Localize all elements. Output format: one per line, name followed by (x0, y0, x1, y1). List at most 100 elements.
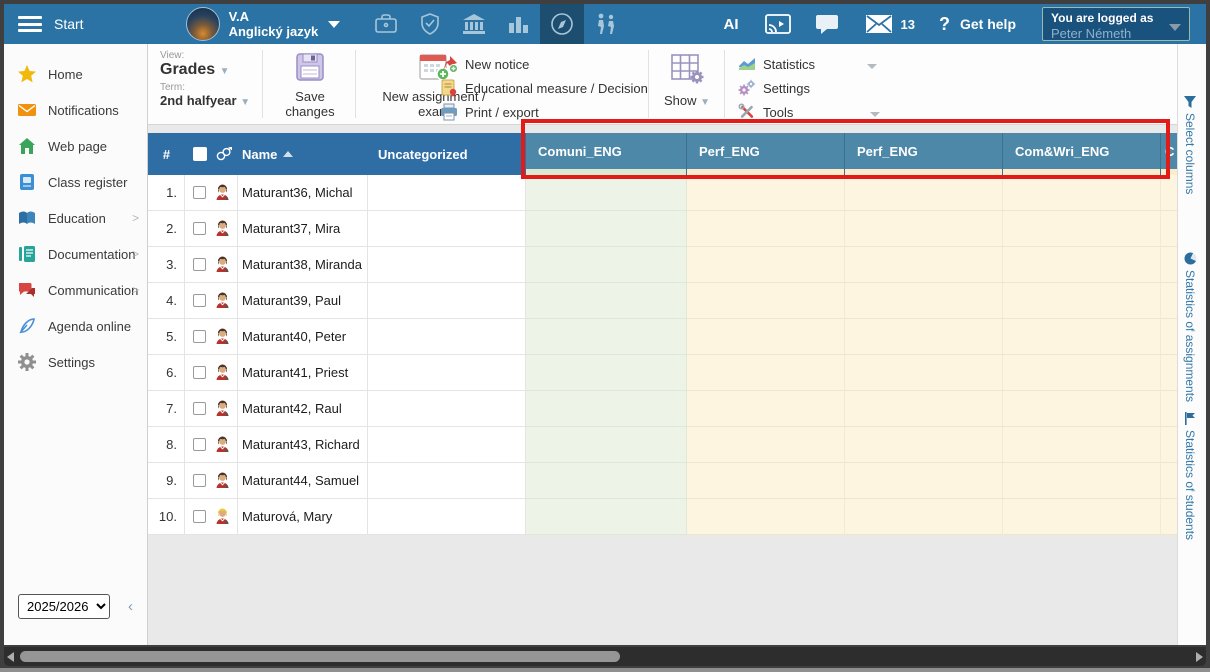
grade-cell-uncategorized[interactable] (368, 283, 526, 319)
mail-icon[interactable]: 13 (865, 14, 915, 34)
assignment-column-header[interactable]: Perf_ENG (687, 133, 845, 175)
class-dropdown-caret[interactable] (328, 21, 340, 28)
chat-bubble-icon[interactable] (815, 13, 841, 36)
excursion-people-icon[interactable] (584, 4, 628, 44)
grade-cell-uncategorized[interactable] (368, 499, 526, 535)
row-checkbox[interactable] (193, 402, 206, 415)
grade-cell-uncategorized[interactable] (368, 319, 526, 355)
bank-icon[interactable] (452, 4, 496, 44)
grade-cell-perf-1[interactable] (687, 319, 845, 355)
row-checkbox[interactable] (193, 366, 206, 379)
grade-cell-partial[interactable] (1161, 391, 1177, 427)
row-checkbox[interactable] (193, 330, 206, 343)
tools-caret[interactable] (870, 112, 880, 117)
sidebar-item-home[interactable]: Home (4, 56, 147, 92)
grade-cell-perf-2[interactable] (845, 283, 1003, 319)
tab-statistics-of-students[interactable]: Statistics of students (1183, 412, 1197, 540)
grade-cell-perf-2[interactable] (845, 175, 1003, 211)
grade-cell-perf-2[interactable] (845, 499, 1003, 535)
grade-cell-perf-1[interactable] (687, 427, 845, 463)
student-name[interactable]: Maturant41, Priest (238, 355, 368, 391)
grade-cell-partial[interactable] (1161, 319, 1177, 355)
grade-cell-uncategorized[interactable] (368, 175, 526, 211)
grade-cell-comwri[interactable] (1003, 283, 1161, 319)
ai-button[interactable]: AI (724, 16, 739, 33)
row-checkbox[interactable] (193, 510, 206, 523)
bar-chart-icon[interactable] (496, 4, 540, 44)
student-name[interactable]: Maturant42, Raul (238, 391, 368, 427)
get-help-button[interactable]: Get help (960, 16, 1016, 32)
scrollbar-thumb[interactable] (20, 651, 620, 662)
tab-statistics-of-assignments[interactable]: Statistics of assignments (1183, 252, 1197, 402)
settings-menu[interactable]: Settings (738, 76, 938, 100)
assignment-column-header[interactable]: Perf_ENG (845, 133, 1003, 175)
grade-cell-comuni[interactable] (526, 391, 687, 427)
briefcase-icon[interactable] (364, 4, 408, 44)
term-selector[interactable]: 2nd halfyear ▼ (160, 93, 250, 108)
grade-cell-comuni[interactable] (526, 355, 687, 391)
horizontal-scrollbar[interactable] (4, 647, 1206, 666)
grade-cell-comwri[interactable] (1003, 355, 1161, 391)
start-menu[interactable]: Start (54, 16, 84, 32)
view-selector[interactable]: Grades ▼ (160, 61, 250, 79)
sidebar-item-class-register[interactable]: Class register (4, 164, 147, 200)
screencast-icon[interactable] (765, 13, 791, 35)
grade-cell-perf-1[interactable] (687, 355, 845, 391)
row-checkbox[interactable] (193, 258, 206, 271)
assignment-column-header[interactable]: Comuni_ENG (526, 133, 687, 175)
grade-cell-partial[interactable] (1161, 499, 1177, 535)
student-name[interactable]: Maturant43, Richard (238, 427, 368, 463)
grade-cell-comwri[interactable] (1003, 247, 1161, 283)
assignment-column-header[interactable]: C (1161, 133, 1177, 175)
new-notice-button[interactable]: New notice (440, 52, 660, 76)
educational-measure-button[interactable]: Educational measure / Decision (440, 76, 660, 100)
grade-cell-perf-1[interactable] (687, 499, 845, 535)
grade-cell-comuni[interactable] (526, 499, 687, 535)
grade-cell-comwri[interactable] (1003, 211, 1161, 247)
select-all-checkbox[interactable] (193, 147, 207, 161)
grade-cell-perf-1[interactable] (687, 391, 845, 427)
grade-cell-perf-1[interactable] (687, 175, 845, 211)
grade-cell-perf-1[interactable] (687, 283, 845, 319)
grade-cell-perf-2[interactable] (845, 391, 1003, 427)
grade-cell-comwri[interactable] (1003, 499, 1161, 535)
grade-cell-comuni[interactable] (526, 463, 687, 499)
statistics-caret[interactable] (867, 64, 877, 69)
print-export-button[interactable]: Print / export (440, 100, 660, 124)
grade-cell-comuni[interactable] (526, 427, 687, 463)
student-name[interactable]: Maturant40, Peter (238, 319, 368, 355)
grade-cell-comuni[interactable] (526, 247, 687, 283)
grade-cell-perf-2[interactable] (845, 427, 1003, 463)
grade-cell-comuni[interactable] (526, 283, 687, 319)
grade-cell-partial[interactable] (1161, 283, 1177, 319)
grade-cell-comuni[interactable] (526, 175, 687, 211)
column-header-uncategorized[interactable]: Uncategorized (368, 133, 526, 175)
grade-cell-perf-2[interactable] (845, 211, 1003, 247)
collapse-sidebar-arrow[interactable]: ‹ (128, 598, 133, 615)
grade-cell-uncategorized[interactable] (368, 211, 526, 247)
tab-select-columns[interactable]: Select columns (1183, 96, 1197, 194)
user-dropdown-caret[interactable] (1169, 24, 1181, 31)
student-name[interactable]: Maturant36, Michal (238, 175, 368, 211)
student-name[interactable]: Maturant44, Samuel (238, 463, 368, 499)
student-name[interactable]: Maturová, Mary (238, 499, 368, 535)
row-checkbox[interactable] (193, 438, 206, 451)
scroll-left-arrow[interactable] (7, 652, 14, 662)
sidebar-item-agenda-online[interactable]: Agenda online (4, 308, 147, 344)
shield-check-icon[interactable] (408, 4, 452, 44)
grade-cell-perf-1[interactable] (687, 247, 845, 283)
sidebar-item-notifications[interactable]: Notifications (4, 92, 147, 128)
grade-cell-perf-1[interactable] (687, 211, 845, 247)
grade-cell-comwri[interactable] (1003, 463, 1161, 499)
grade-cell-partial[interactable] (1161, 211, 1177, 247)
grade-cell-partial[interactable] (1161, 355, 1177, 391)
grade-cell-uncategorized[interactable] (368, 463, 526, 499)
sidebar-item-web-page[interactable]: Web page (4, 128, 147, 164)
grade-cell-perf-2[interactable] (845, 463, 1003, 499)
grade-cell-comuni[interactable] (526, 319, 687, 355)
grade-cell-perf-1[interactable] (687, 463, 845, 499)
help-question-icon[interactable]: ? (939, 14, 950, 35)
assignment-column-header[interactable]: Com&Wri_ENG (1003, 133, 1161, 175)
save-changes-button[interactable]: Save changes (270, 50, 350, 119)
grade-cell-perf-2[interactable] (845, 355, 1003, 391)
